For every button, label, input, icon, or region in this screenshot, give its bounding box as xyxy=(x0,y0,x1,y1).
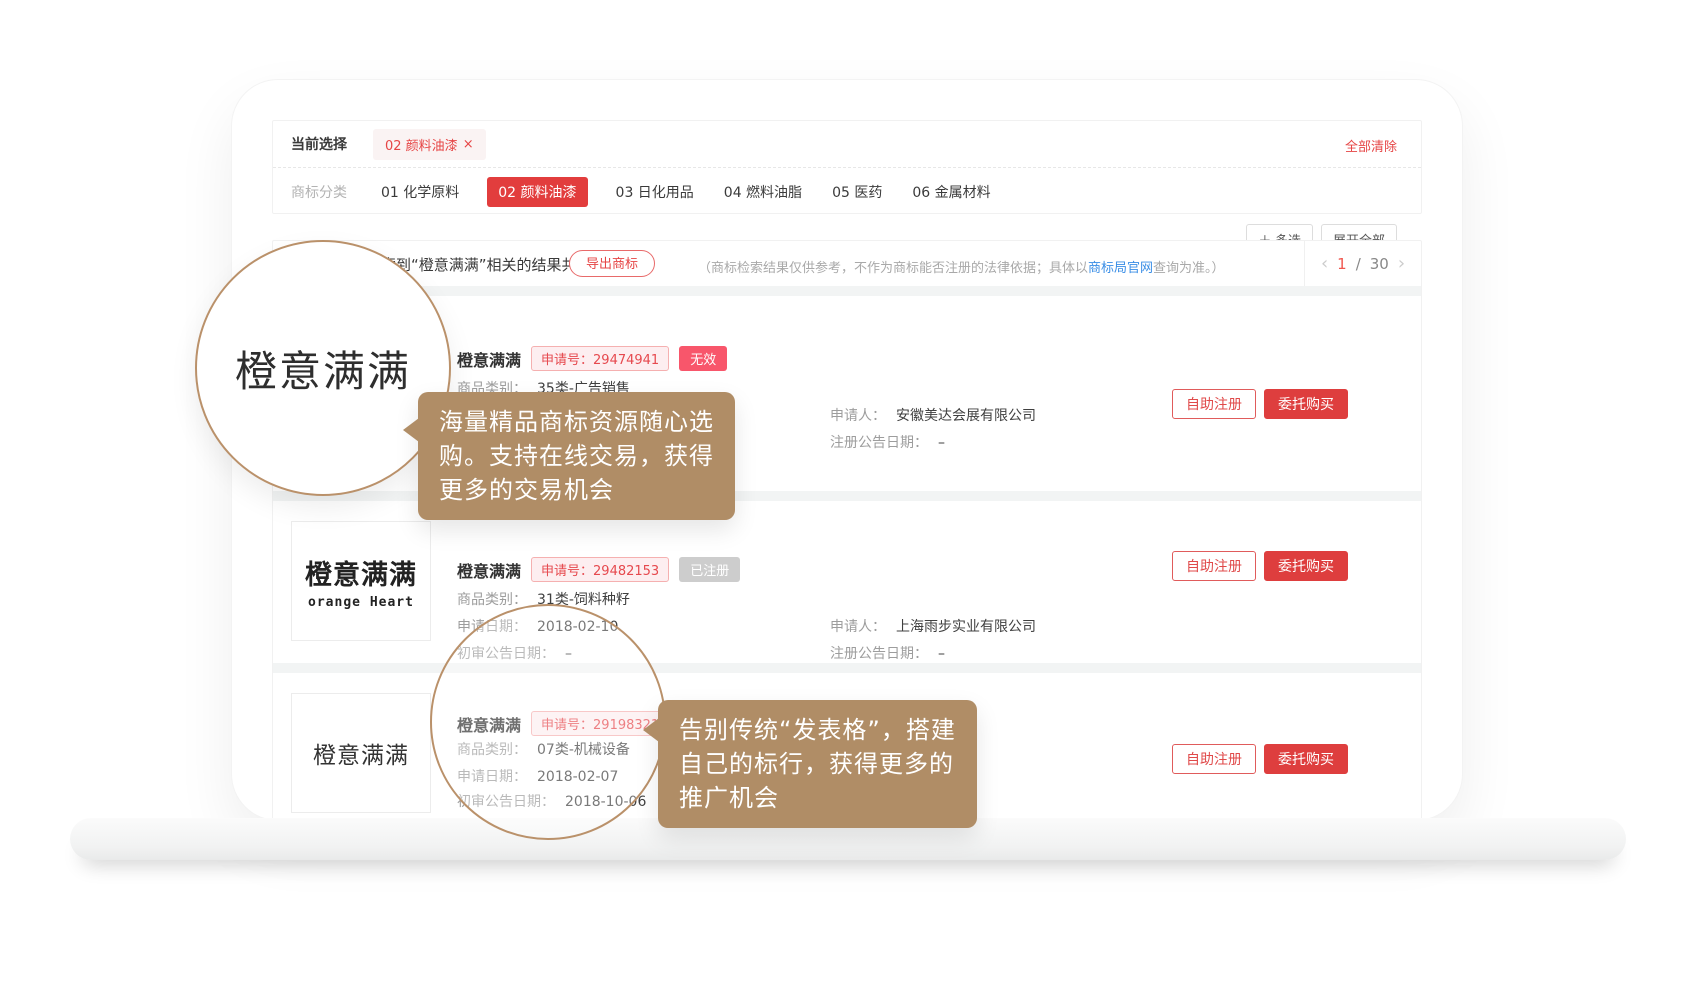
category-item-02-selected[interactable]: 02 颜料油漆 xyxy=(487,177,587,207)
trademark-image-3: 橙意满满 xyxy=(291,693,431,813)
trademark-office-link[interactable]: 商标局官网 xyxy=(1088,261,1153,276)
category-label: 商标分类 xyxy=(291,182,347,202)
category-item-03[interactable]: 03 日化用品 xyxy=(614,177,696,207)
application-number-badge: 申请号：29474941 xyxy=(531,346,669,371)
results-header: 当前分类下检索到“橙意满满”相关的结果共28 个 导出商标 （商标检索结果仅供参… xyxy=(273,241,1421,286)
close-icon[interactable]: × xyxy=(463,137,474,152)
row-actions: 自助注册 委托购买 xyxy=(1172,744,1348,774)
magnifier-circle-bottom xyxy=(430,604,666,840)
disclaimer-text-post: 查询为准。） xyxy=(1153,261,1225,276)
clear-all-link[interactable]: 全部清除 xyxy=(1345,136,1397,155)
current-selection-label: 当前选择 xyxy=(291,134,347,154)
results-disclaimer: （商标检索结果仅供参考，不作为商标能否注册的法律依据；具体以商标局官网查询为准。… xyxy=(698,257,1225,276)
trademark-thumb-text: 橙意满满 xyxy=(305,553,417,592)
field-registration-publication: 注册公告日期：– xyxy=(830,643,945,663)
self-register-button[interactable]: 自助注册 xyxy=(1172,744,1256,774)
field-applicant: 申请人：安徽美达会展有限公司 xyxy=(830,405,1036,425)
page-total: 30 xyxy=(1370,255,1389,273)
tooltip-line: 海量精品商标资源随心选 xyxy=(439,405,714,439)
category-row: 商标分类 01 化学原料 02 颜料油漆 03 日化用品 04 燃料油脂 05 … xyxy=(273,168,1421,215)
tooltip-line: 告别传统“发表格”，搭建 xyxy=(679,713,956,747)
status-badge-invalid: 无效 xyxy=(679,346,727,371)
entrust-buy-button[interactable]: 委托购买 xyxy=(1264,551,1348,581)
tooltip-line: 自己的标行，获得更多的 xyxy=(679,747,956,781)
trademark-image-2: 橙意满满 orange Heart xyxy=(291,521,431,641)
trademark-name[interactable]: 橙意满满 xyxy=(457,347,521,371)
divider xyxy=(273,286,1421,296)
tooltip-trade: 海量精品商标资源随心选 购。支持在线交易，获得 更多的交易机会 xyxy=(418,392,735,520)
row-actions: 自助注册 委托购买 xyxy=(1172,551,1348,581)
chevron-right-icon[interactable]: › xyxy=(1398,253,1405,274)
tooltip-line: 推广机会 xyxy=(679,781,956,815)
trademark-name[interactable]: 橙意满满 xyxy=(457,558,521,582)
status-badge-registered: 已注册 xyxy=(679,557,740,582)
selected-filter-tag-label: 02 颜料油漆 xyxy=(385,135,458,154)
tooltip-arrow-left-icon xyxy=(403,418,419,442)
self-register-button[interactable]: 自助注册 xyxy=(1172,389,1256,419)
category-item-05[interactable]: 05 医药 xyxy=(830,177,884,207)
disclaimer-text-pre: （商标检索结果仅供参考，不作为商标能否注册的法律依据；具体以 xyxy=(698,261,1088,276)
magnifier-circle-top: 橙意满满 xyxy=(195,240,451,496)
tooltip-arrow-left-icon xyxy=(643,718,659,742)
application-number-badge: 申请号：29482153 xyxy=(531,557,669,582)
tooltip-promo: 告别传统“发表格”，搭建 自己的标行，获得更多的 推广机会 xyxy=(658,700,977,828)
category-list: 01 化学原料 02 颜料油漆 03 日化用品 04 燃料油脂 05 医药 06… xyxy=(379,177,993,207)
entrust-buy-button[interactable]: 委托购买 xyxy=(1264,389,1348,419)
tooltip-line: 更多的交易机会 xyxy=(439,473,714,507)
page-separator: / xyxy=(1356,255,1361,273)
category-item-06[interactable]: 06 金属材料 xyxy=(910,177,992,207)
field-applicant: 申请人：上海雨步实业有限公司 xyxy=(830,616,1036,636)
pagination: ‹ 1 / 30 › xyxy=(1304,241,1421,286)
current-selection-row: 当前选择 02 颜料油漆 × 全部清除 xyxy=(273,121,1421,168)
selected-filter-tag[interactable]: 02 颜料油漆 × xyxy=(373,129,486,160)
field-registration-publication: 注册公告日期：– xyxy=(830,432,945,452)
self-register-button[interactable]: 自助注册 xyxy=(1172,551,1256,581)
trademark-thumb-subtext: orange Heart xyxy=(308,595,414,610)
category-item-01[interactable]: 01 化学原料 xyxy=(379,177,461,207)
export-trademark-button[interactable]: 导出商标 xyxy=(569,250,655,277)
tooltip-line: 购。支持在线交易，获得 xyxy=(439,439,714,473)
entrust-buy-button[interactable]: 委托购买 xyxy=(1264,744,1348,774)
page-current: 1 xyxy=(1337,255,1347,273)
chevron-left-icon[interactable]: ‹ xyxy=(1321,253,1328,274)
row-actions: 自助注册 委托购买 xyxy=(1172,389,1348,419)
page: 当前选择 02 颜料油漆 × 全部清除 商标分类 01 化学原料 02 颜料油漆… xyxy=(0,0,1696,1002)
result-row-2: 橙意满满 orange Heart 橙意满满 申请号：29482153 已注册 … xyxy=(273,501,1421,663)
category-item-04[interactable]: 04 燃料油脂 xyxy=(722,177,804,207)
trademark-title-line: 橙意满满 申请号：29482153 已注册 xyxy=(457,557,740,582)
trademark-title-line: 橙意满满 申请号：29474941 无效 xyxy=(457,346,727,371)
filter-panel: 当前选择 02 颜料油漆 × 全部清除 商标分类 01 化学原料 02 颜料油漆… xyxy=(272,120,1422,214)
trademark-thumb-text: 橙意满满 xyxy=(313,736,409,770)
magnified-trademark-text: 橙意满满 xyxy=(235,338,411,399)
